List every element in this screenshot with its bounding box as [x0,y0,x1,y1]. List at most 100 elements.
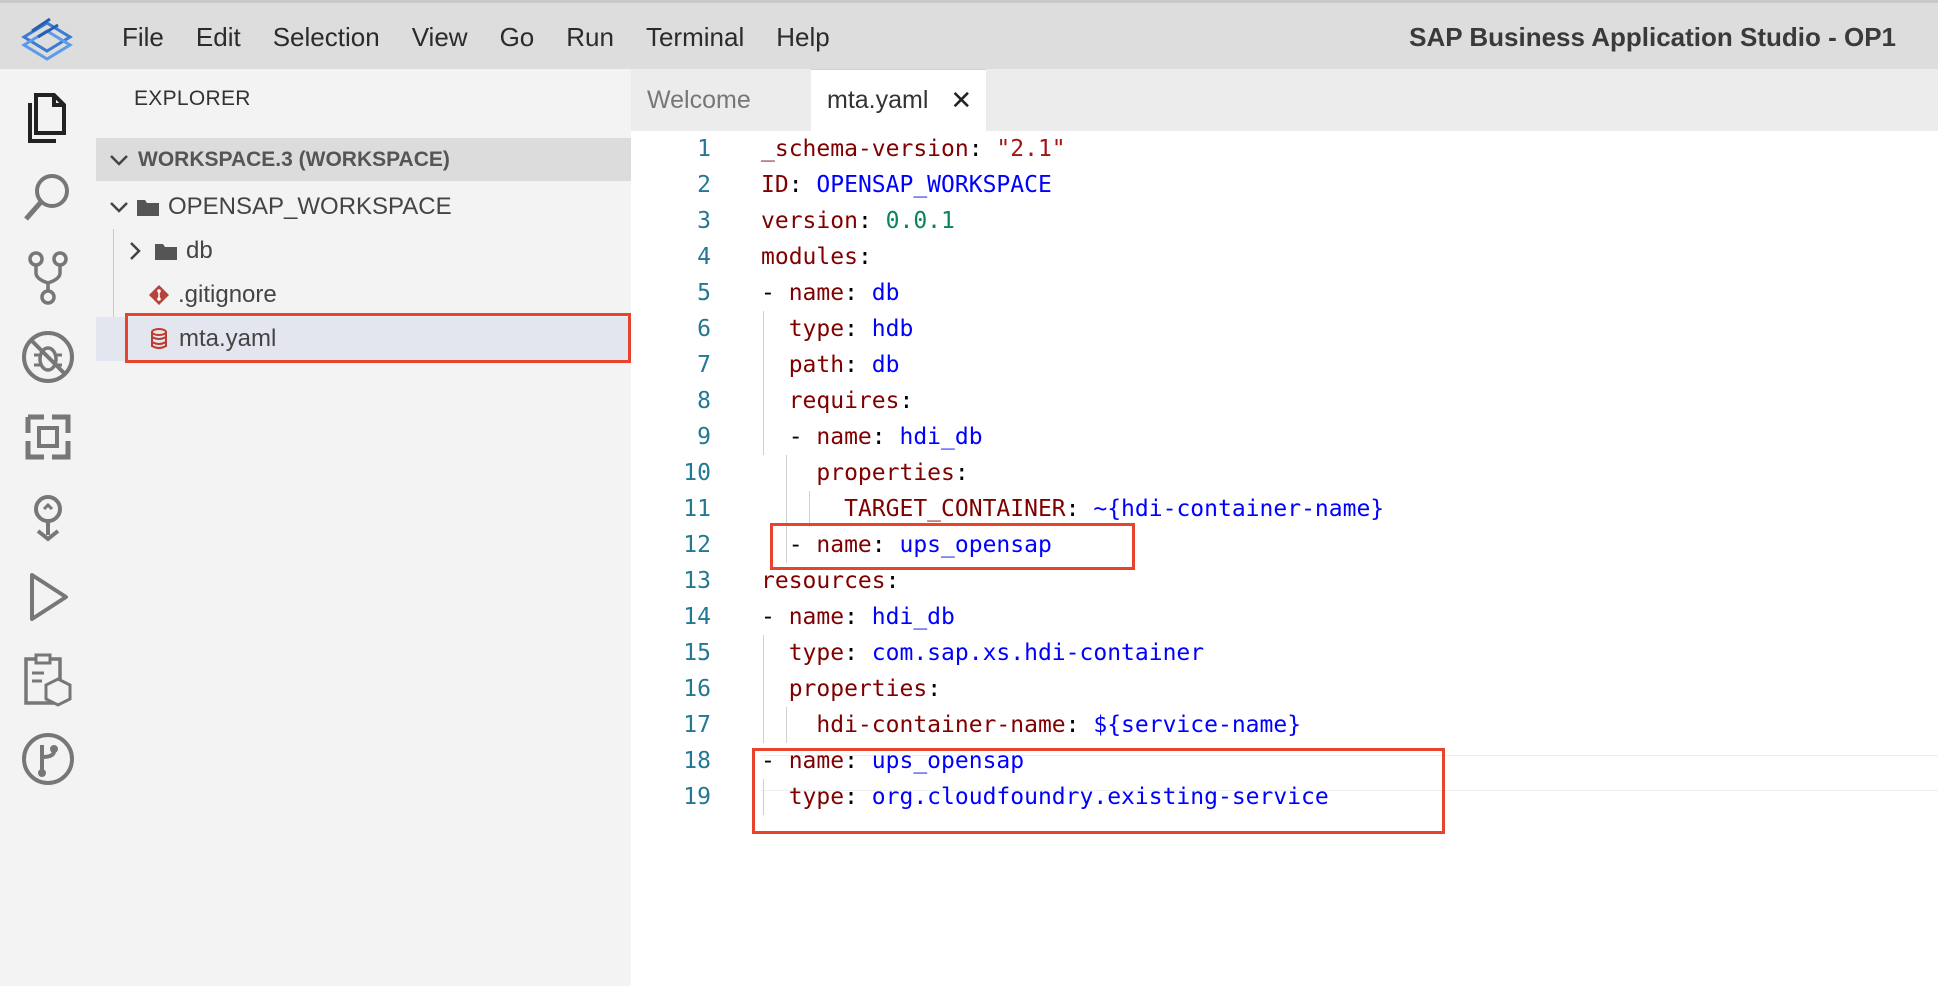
code-line[interactable]: 5 - name: db [631,275,1938,311]
menu-help[interactable]: Help [760,3,845,72]
code-line[interactable]: 2 ID: OPENSAP_WORKSPACE [631,167,1938,203]
git-graph-activity[interactable] [14,725,82,793]
code-editor[interactable]: 1 _schema-version: "2.1" 2 ID: OPENSAP_WORK… [631,131,1938,986]
code-token: name [816,424,872,450]
menu-selection[interactable]: Selection [257,3,396,72]
debug-activity[interactable] [14,323,82,391]
code-line[interactable]: 9 - name: hdi_db [631,419,1938,455]
line-number: 3 [697,208,711,234]
code-text: type: hdb [761,311,914,347]
code-line[interactable]: 14 - name: hdi_db [631,599,1938,635]
line-number: 1 [697,136,711,162]
line-number: 17 [683,712,711,738]
line-number: 16 [683,676,711,702]
code-token: : [844,784,872,810]
code-token: : [857,208,886,234]
menu-terminal[interactable]: Terminal [630,3,760,72]
tree-item-mta-yaml[interactable]: mta.yaml [96,317,631,361]
code-token: - [761,280,789,306]
code-text: properties: [761,455,969,491]
extensions-icon [25,414,71,460]
code-line[interactable]: 19 type: org.cloudfoundry.existing-servi… [631,779,1938,815]
code-line[interactable]: 6 type: hdb [631,311,1938,347]
code-line[interactable]: 11 TARGET_CONTAINER: ~{hdi-container-nam… [631,491,1938,527]
tree-item-gitignore[interactable]: .gitignore [96,273,631,317]
code-token: ~{hdi-container-name} [1093,496,1385,522]
code-token: : [954,460,969,486]
service-center-activity[interactable] [14,645,82,713]
indent-guide [786,707,788,743]
tree-item-label: mta.yaml [179,325,277,352]
service-center-icon [24,653,72,707]
code-token: org.cloudfoundry.existing-service [871,784,1329,810]
sap-bas-logo-icon [21,17,73,61]
tab-mta-yaml[interactable]: mta.yaml ✕ [811,69,986,131]
code-token: : [1065,712,1094,738]
code-line[interactable]: 3 version: 0.0.1 [631,203,1938,239]
code-token: : [871,424,900,450]
code-line[interactable]: 18 - name: ups_opensap [631,743,1938,779]
editor-tab-bar: Welcome mta.yaml ✕ [631,69,1938,131]
debug-icon [22,331,74,383]
run-activity[interactable] [14,563,82,631]
tab-label: Welcome [647,85,751,114]
line-number: 2 [697,172,711,198]
tree-item-project[interactable]: OPENSAP_WORKSPACE [96,185,631,229]
line-number: 6 [697,316,711,342]
code-line[interactable]: 10 properties: [631,455,1938,491]
menu-edit[interactable]: Edit [180,3,257,72]
code-token: : [844,604,872,630]
tab-label: mta.yaml [827,86,929,114]
explorer-panel: EXPLORER WORKSPACE.3 (WORKSPACE) OPENSAP… [96,69,631,986]
deploy-activity[interactable] [14,483,82,551]
code-line[interactable]: 7 path: db [631,347,1938,383]
search-icon [24,174,69,221]
source-control-activity[interactable] [14,243,82,311]
code-token: : [844,316,872,342]
code-token: : [844,640,872,666]
code-line[interactable]: 16 properties: [631,671,1938,707]
code-text: ID: OPENSAP_WORKSPACE [761,167,1052,203]
code-token: requires [788,388,900,414]
indent-guide [786,455,788,563]
code-token: hdi-container-name [816,712,1066,738]
search-activity[interactable] [14,163,82,231]
line-number: 19 [683,784,711,810]
code-text: - name: db [761,275,900,311]
menu-file[interactable]: File [106,3,180,72]
code-text: properties: [761,671,941,707]
code-line[interactable]: 8 requires: [631,383,1938,419]
code-token: - [761,748,789,774]
code-text: resources: [761,563,899,599]
code-token: resources [761,568,886,594]
code-token: : [857,244,872,270]
code-line[interactable]: 12 - name: ups_opensap [631,527,1938,563]
code-text: requires: [761,383,914,419]
menu-run[interactable]: Run [550,3,630,72]
close-icon[interactable]: ✕ [950,85,972,116]
files-icon [28,93,66,143]
code-line[interactable]: 17 hdi-container-name: ${service-name} [631,707,1938,743]
line-number: 9 [697,424,711,450]
code-line[interactable]: 1 _schema-version: "2.1" [631,131,1938,167]
code-token: : [968,136,997,162]
code-token: ups_opensap [871,748,1025,774]
code-line[interactable]: 15 type: com.sap.xs.hdi-container [631,635,1938,671]
tab-welcome[interactable]: Welcome [631,69,811,131]
code-text: - name: hdi_db [761,419,983,455]
explorer-activity[interactable] [14,83,82,151]
line-number: 4 [697,244,711,270]
menu-go[interactable]: Go [484,3,551,72]
code-line[interactable]: 13 resources: [631,563,1938,599]
code-line[interactable]: 4 modules: [631,239,1938,275]
menu-view[interactable]: View [396,3,484,72]
code-text: - name: hdi_db [761,599,955,635]
tree-item-db[interactable]: db [96,229,631,273]
workspace-section-header[interactable]: WORKSPACE.3 (WORKSPACE) [96,138,631,181]
code-text: type: org.cloudfoundry.existing-service [761,779,1329,815]
code-token: : [885,568,900,594]
code-token: - [761,604,789,630]
extensions-activity[interactable] [14,403,82,471]
